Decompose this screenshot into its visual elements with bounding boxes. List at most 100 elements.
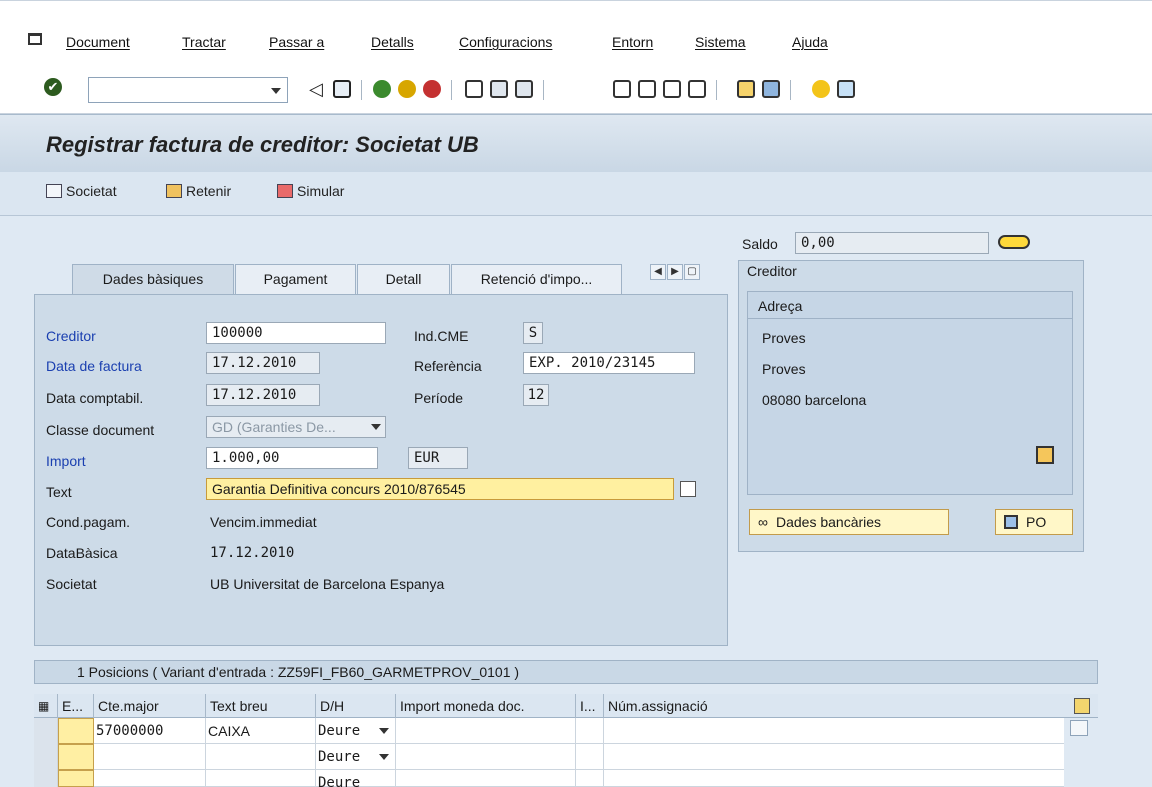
creditor-input[interactable]: 100000	[206, 322, 386, 344]
edit-address-icon[interactable]	[1036, 446, 1054, 464]
save-icon[interactable]	[333, 80, 351, 98]
back-icon[interactable]	[373, 80, 391, 98]
row-selector[interactable]	[34, 718, 58, 744]
toolbar-separator	[451, 80, 452, 100]
col-e[interactable]: E...	[58, 694, 94, 718]
societat-label-form: Societat	[46, 576, 97, 592]
new-session-icon[interactable]	[737, 80, 755, 98]
toolbar-separator	[790, 80, 791, 100]
classe-document-label: Classe document	[46, 422, 155, 438]
text-breu-cell[interactable]	[206, 744, 316, 770]
tab-dades-basiques[interactable]: Dades bàsiques	[72, 264, 234, 295]
menu-sistema[interactable]: Sistema	[695, 34, 746, 50]
col-text-breu[interactable]: Text breu	[206, 694, 316, 718]
tab-scroll-left-icon[interactable]: ◀	[650, 264, 666, 280]
row-selector[interactable]	[34, 744, 58, 770]
i-cell[interactable]	[576, 744, 604, 770]
col-dh[interactable]: D/H	[316, 694, 396, 718]
table-row: Deure	[34, 770, 1064, 787]
dh-cell[interactable]: Deure	[316, 744, 396, 770]
back-arrow-icon[interactable]: ◁	[309, 80, 327, 98]
classe-document-value: GD (Garanties De...	[212, 419, 336, 435]
cond-pagam-label: Cond.pagam.	[46, 514, 131, 530]
exit-icon[interactable]	[398, 80, 416, 98]
col-i[interactable]: I...	[576, 694, 604, 718]
referencia-input[interactable]: EXP. 2010/23145	[523, 352, 695, 374]
cte-major-cell[interactable]	[94, 770, 206, 787]
societat-label: Societat	[66, 183, 117, 199]
col-num-assignacio[interactable]: Núm.assignació	[604, 694, 1072, 718]
next-page-icon[interactable]	[663, 80, 681, 98]
tab-retencio[interactable]: Retenció d'impo...	[451, 264, 622, 294]
assignacio-cell[interactable]	[604, 718, 1064, 744]
column-settings-icon[interactable]	[1074, 698, 1090, 714]
row-status-cell[interactable]	[58, 770, 94, 787]
cte-major-cell[interactable]	[94, 744, 206, 770]
tab-scroll-right-icon[interactable]: ▶	[667, 264, 683, 280]
periode-field[interactable]: 12	[523, 384, 549, 406]
menu-detalls[interactable]: Detalls	[371, 34, 414, 50]
long-text-icon[interactable]	[680, 481, 696, 497]
basic-data-panel	[34, 294, 728, 646]
tab-list-icon[interactable]: ▢	[684, 264, 700, 280]
select-all-icon[interactable]: ▦	[34, 694, 58, 718]
assignacio-cell[interactable]	[604, 770, 1064, 787]
text-breu-cell[interactable]	[206, 770, 316, 787]
toolbar-separator	[716, 80, 717, 100]
first-page-icon[interactable]	[613, 80, 631, 98]
menu-configuracions[interactable]: Configuracions	[459, 34, 552, 50]
assignacio-cell[interactable]	[604, 744, 1064, 770]
last-page-icon[interactable]	[688, 80, 706, 98]
row-selector[interactable]	[34, 770, 58, 787]
col-import-moneda[interactable]: Import moneda doc.	[396, 694, 576, 718]
menu-entorn[interactable]: Entorn	[612, 34, 653, 50]
import-cell[interactable]	[396, 744, 576, 770]
import-input[interactable]: 1.000,00	[206, 447, 378, 469]
menu-document[interactable]: Document	[66, 34, 130, 50]
dh-value: Deure	[318, 749, 361, 765]
menu-ajuda[interactable]: Ajuda	[792, 34, 828, 50]
scroll-up-icon[interactable]	[1070, 720, 1088, 736]
command-field[interactable]	[88, 77, 288, 103]
import-cell[interactable]	[396, 770, 576, 787]
chevron-down-icon[interactable]	[271, 88, 281, 94]
data-factura-input[interactable]: 17.12.2010	[206, 352, 320, 374]
text-input[interactable]: Garantia Definitiva concurs 2010/876545	[206, 478, 674, 500]
text-breu-cell[interactable]: CAIXA	[206, 718, 316, 744]
simulate-icon	[277, 184, 293, 198]
enter-check-icon[interactable]: ✔	[44, 78, 62, 96]
menu-icon[interactable]	[28, 33, 42, 45]
col-cte-major[interactable]: Cte.major	[94, 694, 206, 718]
societat-button[interactable]: Societat	[46, 180, 117, 202]
periode-label: Període	[414, 390, 464, 406]
help-icon[interactable]	[812, 80, 830, 98]
print-icon[interactable]	[465, 80, 483, 98]
tab-detall[interactable]: Detall	[357, 264, 450, 294]
data-comptabil-input[interactable]: 17.12.2010	[206, 384, 320, 406]
hold-icon	[166, 184, 182, 198]
i-cell[interactable]	[576, 718, 604, 744]
row-status-cell[interactable]	[58, 718, 94, 744]
import-cell[interactable]	[396, 718, 576, 744]
i-cell[interactable]	[576, 770, 604, 787]
find-next-icon[interactable]	[515, 80, 533, 98]
dades-bancaries-button[interactable]: ∞ Dades bancàries	[749, 509, 949, 535]
menu-tractar[interactable]: Tractar	[182, 34, 226, 50]
previous-page-icon[interactable]	[638, 80, 656, 98]
row-status-cell[interactable]	[58, 744, 94, 770]
shortcut-icon[interactable]	[762, 80, 780, 98]
find-icon[interactable]	[490, 80, 508, 98]
dh-cell[interactable]: Deure	[316, 770, 396, 787]
retenir-button[interactable]: Retenir	[166, 180, 231, 202]
simular-button[interactable]: Simular	[277, 180, 344, 202]
po-button[interactable]: PO	[995, 509, 1073, 535]
menu-passar-a[interactable]: Passar a	[269, 34, 324, 50]
cte-major-cell[interactable]: 57000000	[94, 718, 206, 744]
tab-pagament[interactable]: Pagament	[235, 264, 356, 294]
cond-pagam-value: Vencim.immediat	[210, 514, 317, 530]
layout-menu-icon[interactable]	[837, 80, 855, 98]
dh-cell[interactable]: Deure	[316, 718, 396, 744]
menu-bar: Document Tractar Passar a Detalls Config…	[0, 0, 1152, 68]
cancel-icon[interactable]	[423, 80, 441, 98]
classe-document-select[interactable]: GD (Garanties De...	[206, 416, 386, 438]
